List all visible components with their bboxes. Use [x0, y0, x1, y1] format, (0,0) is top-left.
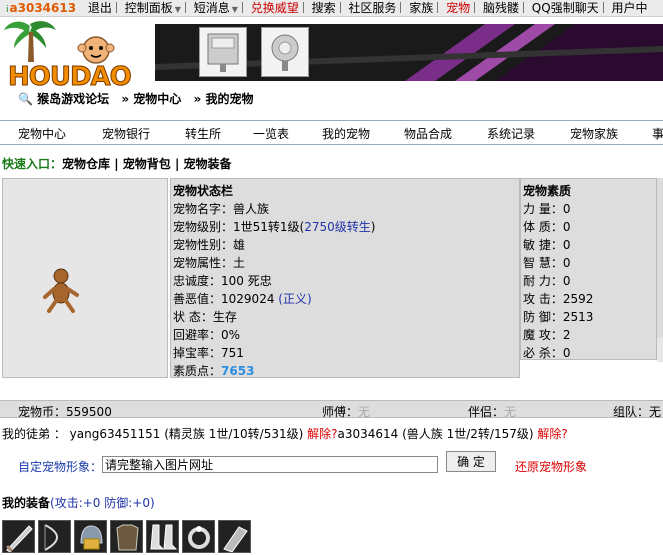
ad-banner[interactable]	[155, 24, 663, 81]
master: 师傅：无	[322, 405, 371, 419]
breadcrumb: 🔍 猴岛游戏论坛 » 宠物中心 » 我的宠物	[18, 90, 253, 106]
equipment-stats: (攻击:+0 防御:+0)	[50, 496, 155, 510]
user-info[interactable]: ia3034613	[0, 0, 80, 16]
partner: 伴侣：无	[468, 405, 517, 419]
quality-endurance: 耐 力：0	[523, 274, 571, 288]
quality-title: 宠物素质	[523, 184, 572, 198]
equip-bow-icon[interactable]	[38, 520, 71, 553]
quick-pet-backpack[interactable]: 宠物背包	[123, 157, 171, 171]
user-prefix: i	[6, 5, 9, 15]
tab-rebirth[interactable]: 转生所	[185, 125, 221, 142]
search-link[interactable]: 搜索	[308, 0, 340, 16]
motor-product-image	[261, 27, 309, 77]
quality-agility: 敏 捷：0	[523, 238, 571, 252]
chevron-down-icon: ▼	[174, 5, 181, 14]
status-attribute: 宠物属性：土	[173, 256, 246, 270]
pet-nav-bar: 宠物中心 宠物银行 转生所 一览表 我的宠物 物品合成 系统记录 宠物家族 事	[0, 120, 663, 145]
equip-ring-icon[interactable]	[182, 520, 215, 553]
status-points: 素质点：7653	[173, 364, 255, 378]
restore-image-link[interactable]: 还原宠物形象	[515, 458, 587, 475]
pet-coins: 宠物币：559500	[18, 405, 112, 419]
karma-tag: (正义)	[278, 292, 312, 306]
pet-link[interactable]: 宠物	[442, 0, 474, 16]
release-apprentice-1-link[interactable]: 解除?	[307, 427, 337, 441]
motor-product-image	[199, 27, 247, 77]
extra-panel-edge	[657, 338, 663, 362]
pet-figure-icon	[43, 268, 79, 313]
team: 组队：无	[613, 405, 662, 419]
equip-armor-icon[interactable]	[110, 520, 143, 553]
pet-info-bar: 宠物币：559500 师傅：无 伴侣：无 组队：无	[0, 400, 663, 419]
breadcrumb-center[interactable]: 宠物中心	[133, 92, 181, 106]
status-gender: 宠物性别：雄	[173, 238, 246, 252]
quick-pet-equipment[interactable]: 宠物装备	[184, 157, 232, 171]
quality-critical: 必 杀：0	[523, 346, 571, 360]
equipment-heading: 我的装备(攻击:+0 防御:+0)	[2, 494, 155, 511]
apprentice-1: yang63451151 (精灵族 1世/10转/531级)	[69, 427, 304, 441]
image-url-input[interactable]	[102, 456, 438, 473]
release-apprentice-2-link[interactable]: 解除?	[537, 427, 567, 441]
qq-chat-link[interactable]: QQ强制聊天	[528, 0, 603, 16]
quality-attack: 攻 击：2592	[523, 292, 594, 306]
tab-item-synthesis[interactable]: 物品合成	[404, 125, 452, 142]
top-toolbar: ia3034613 退出 控制面板 ▼ 短消息 ▼ 兑换威望 搜索 社区服务 家族 …	[0, 0, 663, 17]
pet-quality-panel: 宠物素质 力 量：0 体 质：0 敏 捷：0 智 慧：0 耐 力：0 攻 击：2…	[520, 178, 657, 360]
breadcrumb-arrow-icon: »	[193, 92, 202, 106]
tab-pet-bank[interactable]: 宠物银行	[102, 125, 150, 142]
breadcrumb-mine: 我的宠物	[205, 92, 254, 106]
tab-system-log[interactable]: 系统记录	[487, 125, 535, 142]
custom-image-label: 自定宠物形象：	[18, 460, 103, 474]
equip-boots-icon[interactable]	[146, 520, 179, 553]
tab-overview[interactable]: 一览表	[253, 125, 289, 142]
tab-my-pet[interactable]: 我的宠物	[322, 125, 370, 142]
quick-entry: 快速入口：宠物仓库 | 宠物背包 | 宠物装备	[2, 157, 232, 171]
confirm-button[interactable]: 确 定	[446, 451, 496, 472]
user-center-link[interactable]: 用户中	[608, 0, 652, 16]
quick-entry-label: 快速入口：	[2, 157, 63, 171]
community-service-link[interactable]: 社区服务	[344, 0, 400, 16]
control-panel-link[interactable]: 控制面板 ▼	[121, 0, 185, 16]
quality-constitution: 体 质：0	[523, 220, 571, 234]
status-karma: 善恶值：1029024 (正义)	[173, 292, 312, 306]
magnifier-icon: 🔍	[18, 92, 33, 106]
chevron-down-icon: ▼	[231, 5, 238, 14]
tab-more[interactable]: 事	[652, 125, 663, 142]
short-message-link[interactable]: 短消息 ▼	[190, 0, 242, 16]
apprentice-list: 我的徒弟 ： yang63451151 (精灵族 1世/10转/531级) 解除…	[2, 425, 568, 442]
exchange-prestige-link[interactable]: 兑换威望	[247, 0, 303, 16]
apprentice-label: 我的徒弟 ：	[2, 427, 66, 441]
status-title: 宠物状态栏	[173, 184, 234, 198]
logout-link[interactable]: 退出	[84, 0, 116, 16]
status-name: 宠物名字：兽人族	[173, 202, 270, 216]
apprentice-2: a3034614 (兽人族 1世/2转/157级)	[337, 427, 534, 441]
extra-panel-edge	[657, 178, 663, 338]
equip-gauntlet-icon[interactable]	[218, 520, 251, 553]
status-dodge: 回避率：0%	[173, 328, 241, 342]
breadcrumb-forum[interactable]: 猴岛游戏论坛	[37, 92, 109, 106]
custom-pet-image-form: 自定宠物形象： 确 定 还原宠物形象	[0, 447, 663, 479]
quick-pet-warehouse[interactable]: 宠物仓库	[62, 157, 110, 171]
status-state: 状 态：生存	[173, 310, 237, 324]
tab-pet-clan[interactable]: 宠物家族	[570, 125, 618, 142]
tab-pet-center[interactable]: 宠物中心	[18, 125, 66, 142]
quality-magic-attack: 魔 攻：2	[523, 328, 571, 342]
equip-helmet-icon[interactable]	[74, 520, 107, 553]
username-link[interactable]: a3034613	[9, 1, 77, 15]
equipment-title: 我的装备	[2, 496, 51, 510]
site-logo[interactable]: HOUDAO	[0, 18, 155, 93]
quality-wisdom: 智 慧：0	[523, 256, 571, 270]
logo-text: HOUDAO	[8, 62, 133, 93]
pet-image-panel	[2, 178, 168, 378]
status-loyalty: 忠诚度：100 死忠	[173, 274, 272, 288]
quality-strength: 力 量：0	[523, 202, 571, 216]
boneyard-link[interactable]: 脑残髅	[479, 0, 523, 16]
equip-sword-icon[interactable]	[2, 520, 35, 553]
pet-status-panel: 宠物状态栏 宠物名字：兽人族 宠物级别：1世51转1级(2750级转生) 宠物性…	[170, 178, 520, 378]
quality-defense: 防 御：2513	[523, 310, 594, 324]
status-level: 宠物级别：1世51转1级(2750级转生)	[173, 220, 376, 234]
rebirth-level-link[interactable]: 2750级转生	[304, 220, 371, 234]
clan-link[interactable]: 家族	[405, 0, 437, 16]
breadcrumb-arrow-icon: »	[121, 92, 130, 106]
status-drop-rate: 掉宝率：751	[173, 346, 244, 360]
